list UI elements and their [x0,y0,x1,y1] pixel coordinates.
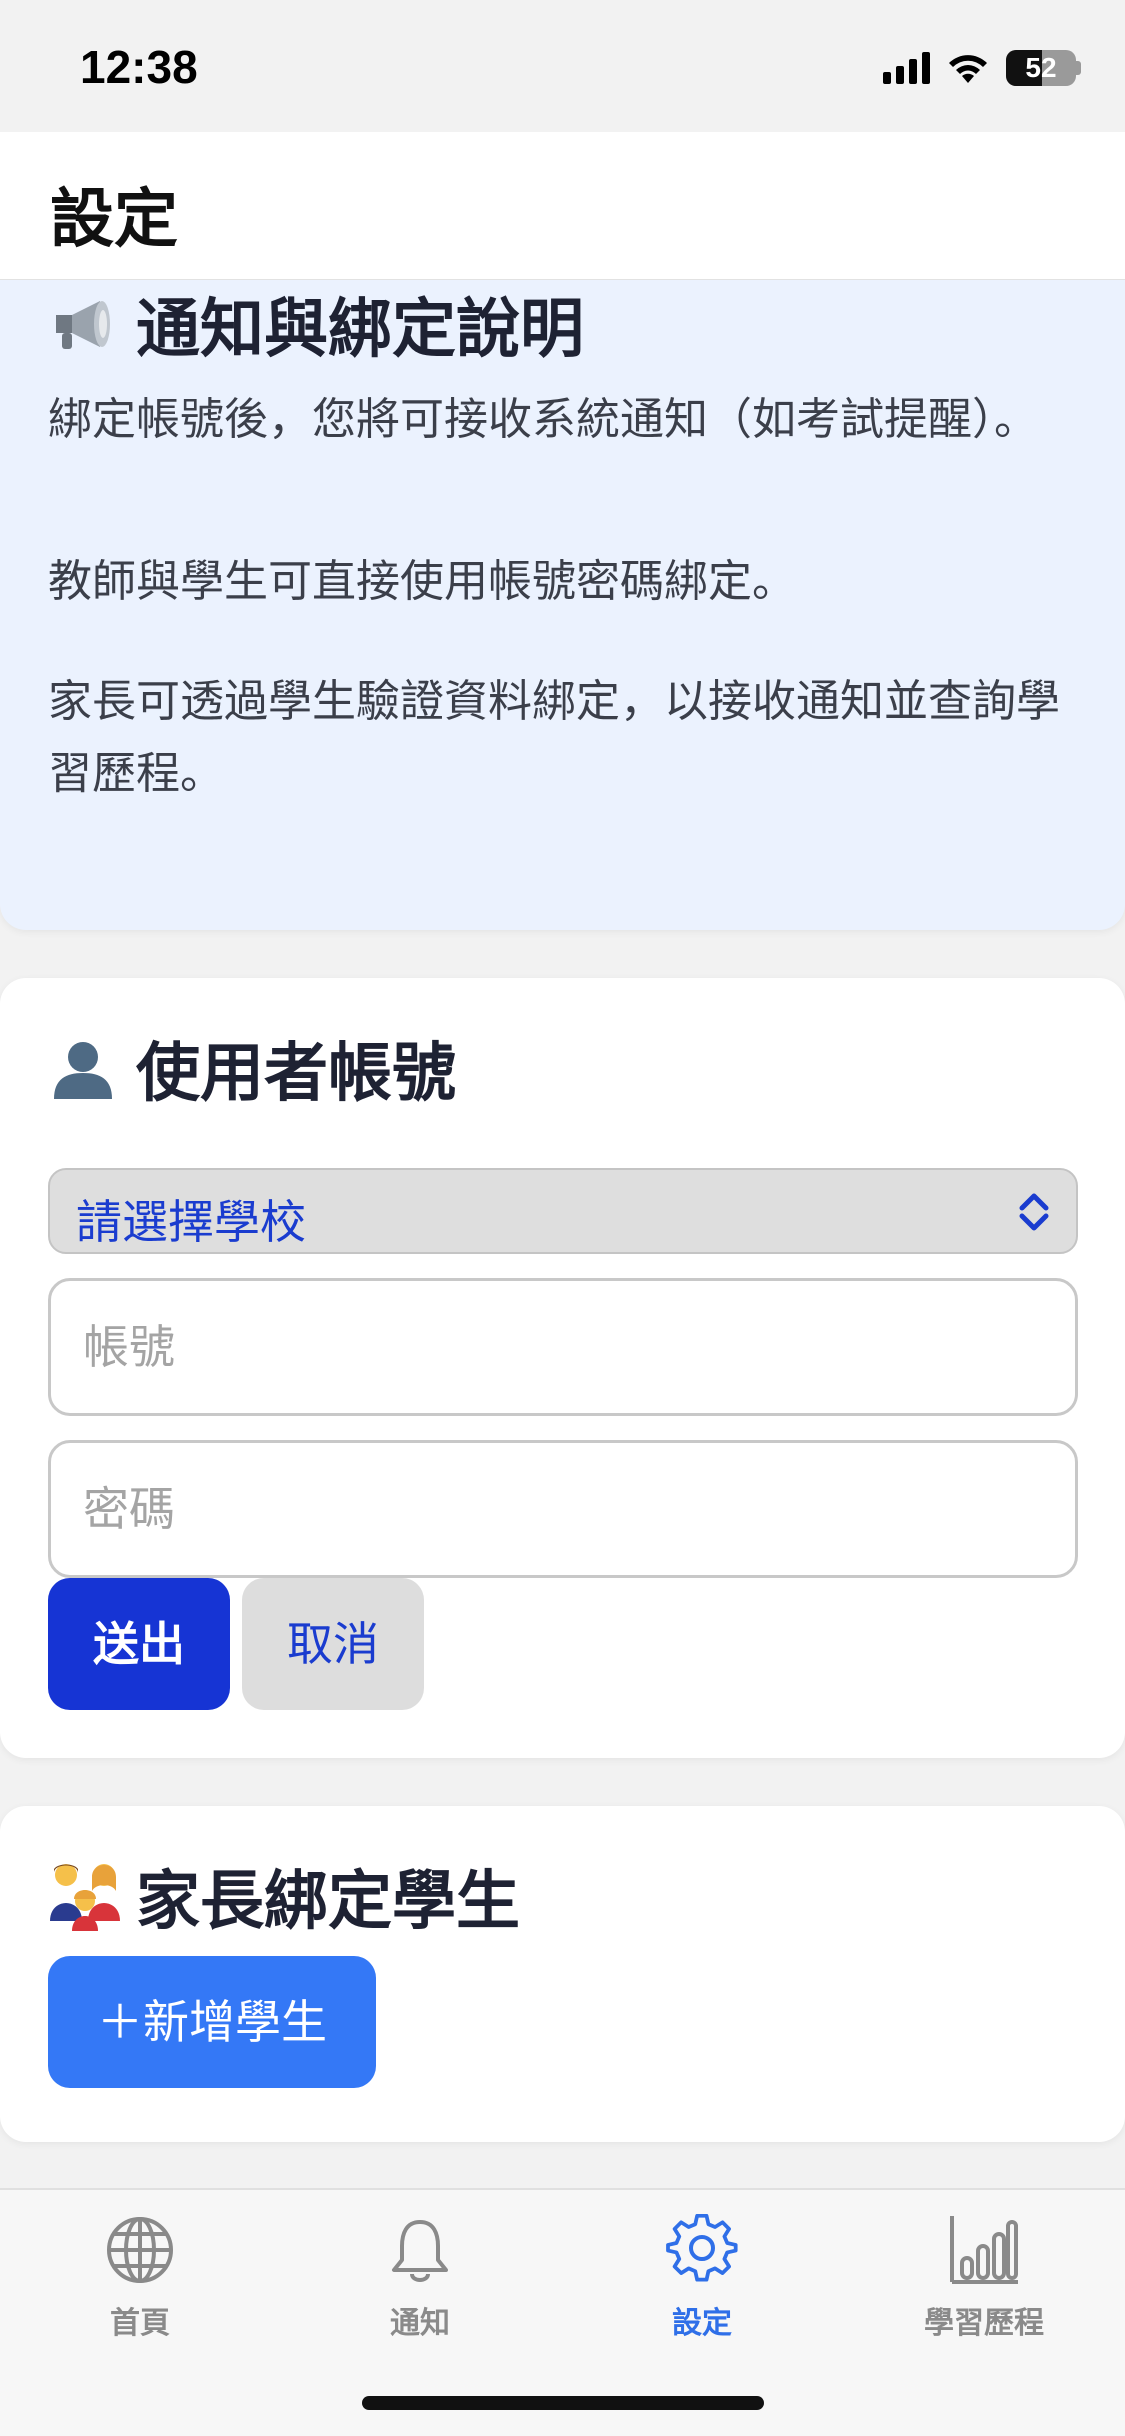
status-icons: 52 [883,48,1081,88]
app-header: 設定 [0,132,1125,280]
tab-label: 設定 [672,2306,732,2341]
page-title: 設定 [50,183,178,257]
info-paragraph: 家長可透過學生驗證資料綁定，以接收通知並查詢學習歷程。 [48,676,1060,799]
user-silhouette-icon [48,1033,118,1103]
gear-icon [602,2213,802,2290]
account-field[interactable] [48,1278,1078,1416]
status-bar: 12:38 52 [0,0,1125,132]
tab-settings[interactable]: 設定 [602,2213,802,2342]
tab-label: 通知 [390,2306,450,2341]
password-field[interactable] [48,1440,1078,1578]
cancel-button[interactable]: 取消 [242,1578,424,1710]
bell-icon [320,2214,520,2290]
parent-card-title-text: 家長綁定學生 [136,1865,520,1939]
info-card: 通知與綁定說明 綁定帳號後，您將可接收系統通知（如考試提醒）。 教師與學生可直接… [0,280,1125,930]
megaphone-icon [48,289,118,359]
status-time: 12:38 [80,41,198,93]
info-paragraph: 教師與學生可直接使用帳號密碼綁定。 [48,556,796,607]
parent-card-title: 家長綁定學生 [48,1850,520,1942]
battery-percentage: 52 [1025,52,1057,83]
add-student-button[interactable]: ＋新增學生 [48,1956,376,2088]
tab-label: 首頁 [110,2306,170,2341]
globe-icon [40,2214,240,2290]
home-indicator[interactable] [362,2396,764,2410]
tab-home[interactable]: 首頁 [40,2214,240,2342]
tab-label: 學習歷程 [924,2306,1044,2341]
settings-content[interactable]: 通知與綁定說明 綁定帳號後，您將可接收系統通知（如考試提醒）。 教師與學生可直接… [0,280,1125,2188]
info-paragraph: 綁定帳號後，您將可接收系統通知（如考試提醒）。 [48,394,1038,445]
info-card-title-text: 通知與綁定說明 [136,293,584,367]
submit-button[interactable]: 送出 [48,1578,230,1710]
school-select-value: 請選擇學校 [76,1195,306,1249]
account-card-title-text: 使用者帳號 [136,1037,456,1111]
wifi-icon [946,51,990,85]
tab-learning-history[interactable]: 學習歷程 [884,2214,1084,2342]
family-icon [48,1861,120,1931]
parent-binding-card: 家長綁定學生 ＋新增學生 [0,1806,1125,2142]
battery-icon: 52 [1006,50,1076,86]
battery-cap [1076,61,1081,75]
tab-notifications[interactable]: 通知 [320,2214,520,2342]
info-card-title: 通知與綁定說明 [48,280,584,370]
school-select[interactable]: 請選擇學校 [48,1168,1078,1254]
signal-icon [883,52,930,84]
account-card-title: 使用者帳號 [48,1022,456,1114]
account-card: 使用者帳號 請選擇學校 送出 取消 [0,978,1125,1758]
chevron-up-down-icon [1014,1190,1054,1238]
bar-chart-icon [884,2214,1084,2290]
